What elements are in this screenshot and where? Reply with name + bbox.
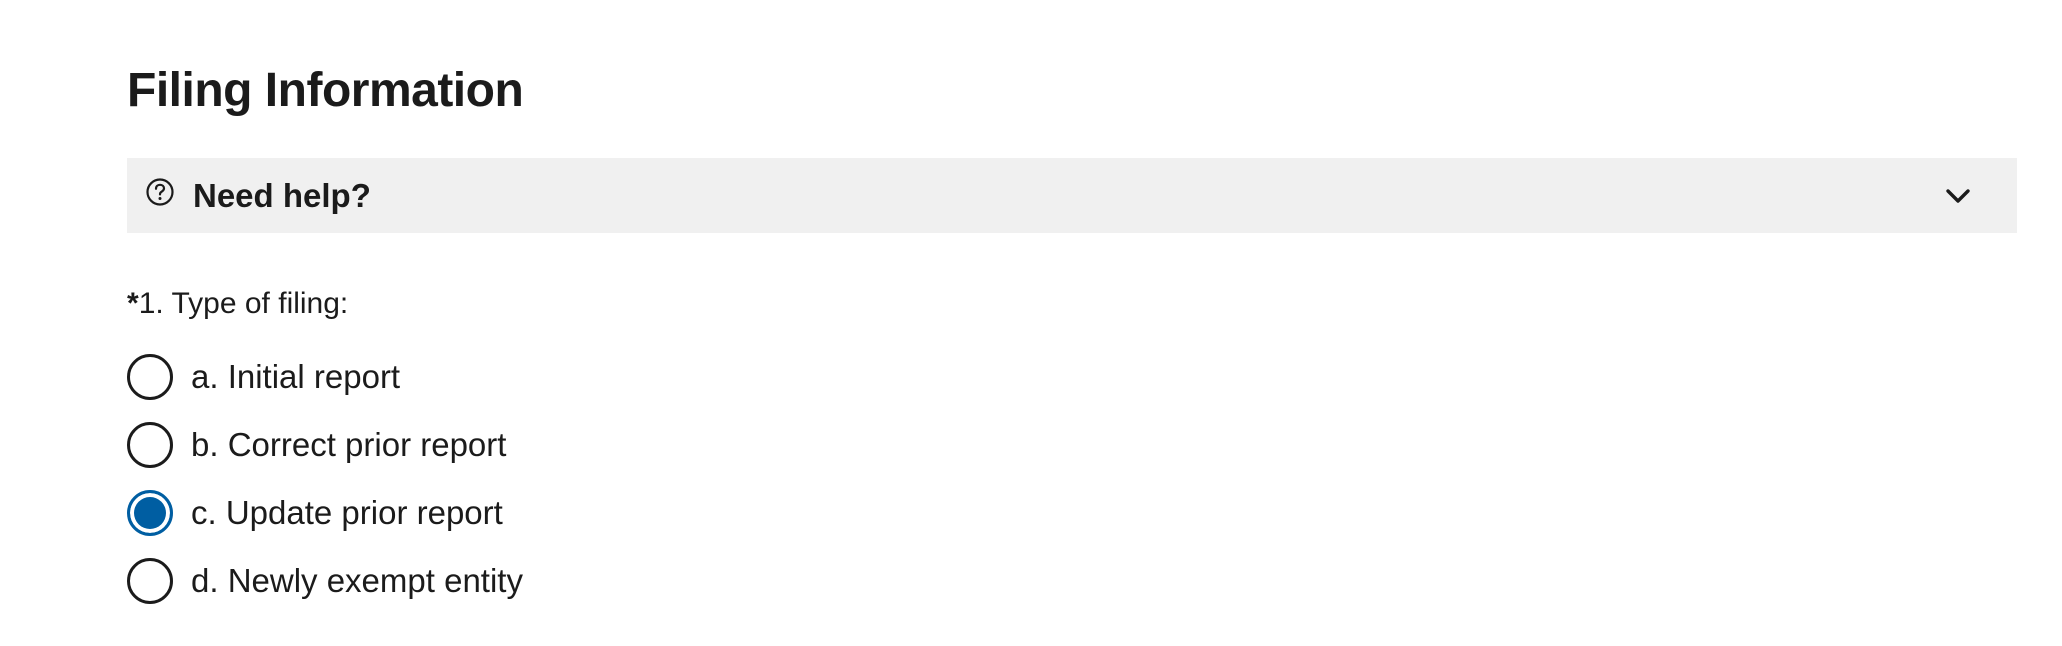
radio-button-d[interactable] — [127, 558, 173, 604]
need-help-label: Need help? — [193, 177, 371, 214]
radio-label-d[interactable]: d. Newly exempt entity — [191, 561, 523, 601]
type-of-filing-question: *1. Type of filing: — [127, 284, 348, 324]
radio-option-newly-exempt-entity[interactable]: d. Newly exempt entity — [127, 556, 523, 606]
need-help-accordion[interactable]: Need help? — [127, 158, 2017, 233]
radio-label-c[interactable]: c. Update prior report — [191, 493, 503, 533]
type-of-filing-label: 1. Type of filing: — [138, 287, 349, 320]
chevron-down-icon[interactable] — [1945, 183, 1971, 209]
radio-label-b[interactable]: b. Correct prior report — [191, 425, 506, 465]
question-circle-icon — [145, 177, 175, 207]
radio-label-a[interactable]: a. Initial report — [191, 357, 400, 397]
radio-option-initial-report[interactable]: a. Initial report — [127, 352, 400, 402]
radio-button-b[interactable] — [127, 422, 173, 468]
radio-button-a[interactable] — [127, 354, 173, 400]
page-title: Filing Information — [127, 64, 524, 117]
radio-button-c[interactable] — [127, 490, 173, 536]
radio-option-update-prior-report[interactable]: c. Update prior report — [127, 488, 503, 538]
radio-option-correct-prior-report[interactable]: b. Correct prior report — [127, 420, 506, 470]
required-marker: * — [127, 287, 139, 320]
